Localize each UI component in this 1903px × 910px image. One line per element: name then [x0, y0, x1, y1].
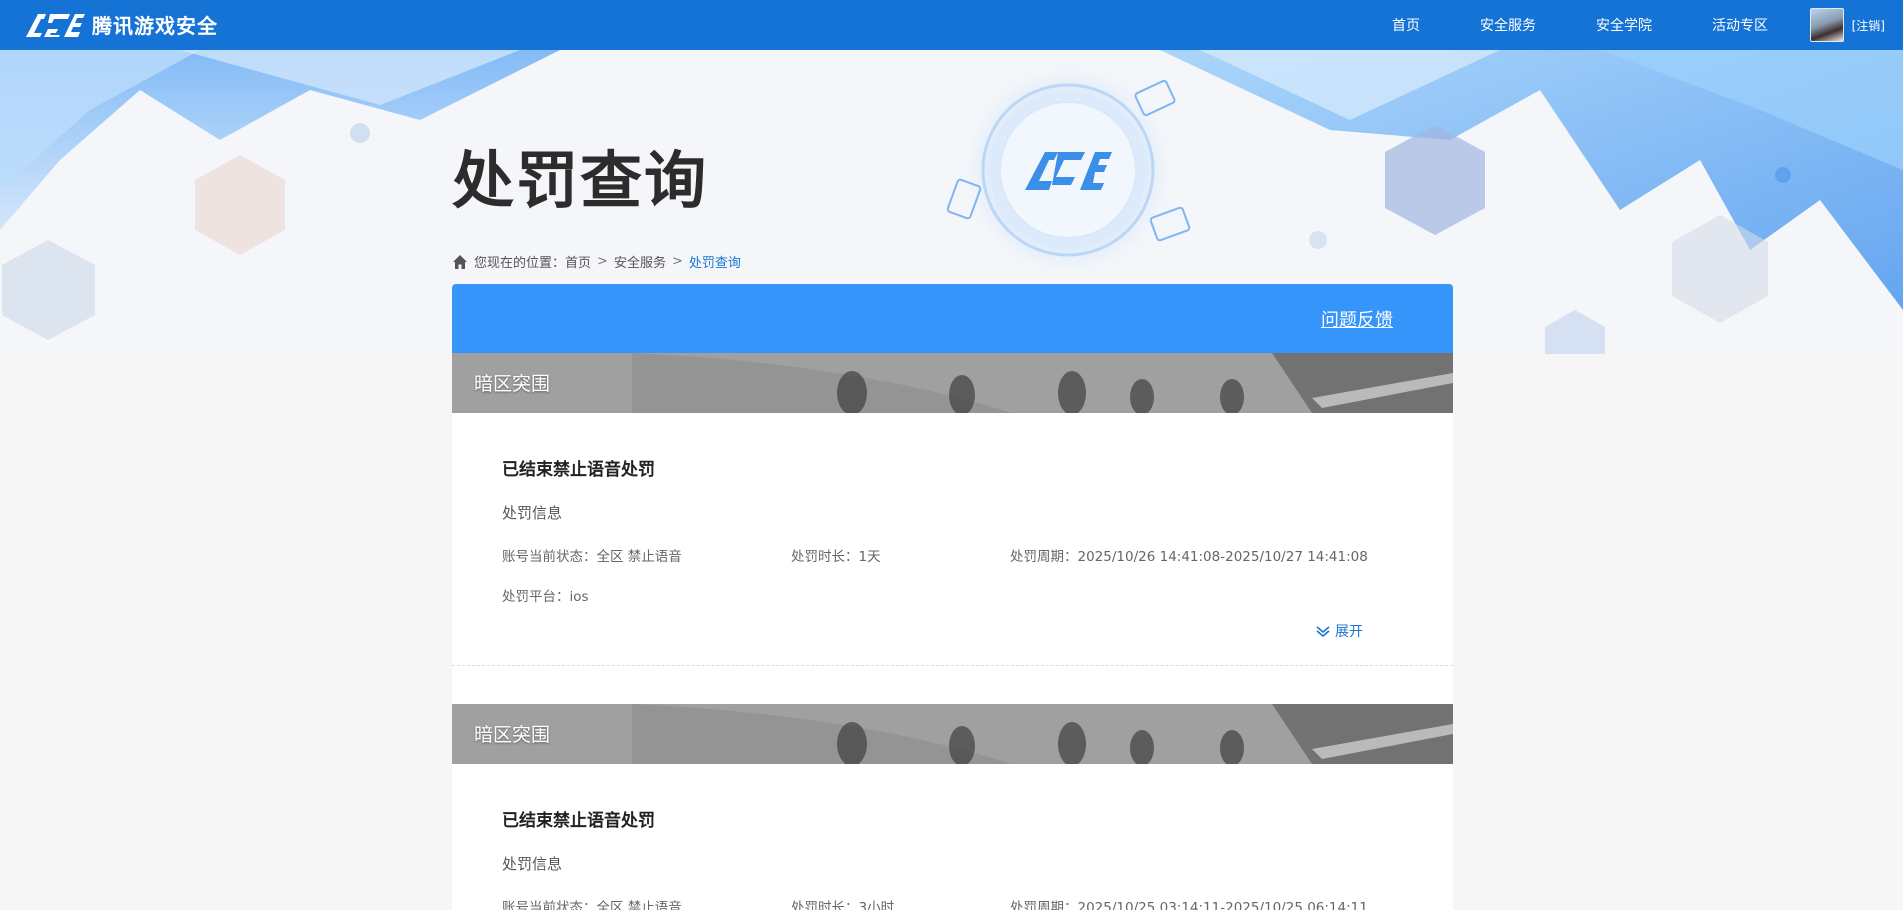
game-banner: 暗区突围: [452, 353, 1453, 413]
nav-security-services[interactable]: 安全服务: [1480, 15, 1536, 35]
penalty-period: 处罚周期：2025/10/26 14:41:08-2025/10/27 14:4…: [1010, 549, 1368, 565]
penalty-record: 已结束禁止语音处罚 处罚信息 账号当前状态：全区 禁止语音 处罚时长：3小时 处…: [452, 764, 1453, 910]
breadcrumb-home[interactable]: 首页: [565, 252, 591, 271]
record-title: 已结束禁止语音处罚: [502, 811, 655, 831]
game-banner-illustration: [452, 353, 1453, 413]
nav-security-academy[interactable]: 安全学院: [1596, 15, 1652, 35]
game-banner-illustration: [452, 704, 1453, 764]
breadcrumb-separator: >: [597, 254, 608, 269]
page-title: 处罚查询: [452, 144, 709, 217]
user-area: [注销]: [1809, 8, 1885, 42]
record-info-row: 账号当前状态：全区 禁止语音 处罚时长：1天 处罚周期：2025/10/26 1…: [502, 545, 1403, 565]
logout-link[interactable]: [注销]: [1852, 17, 1885, 34]
panel-header: 问题反馈: [452, 284, 1453, 353]
ace-logo-icon: [26, 13, 85, 37]
account-status: 账号当前状态：全区 禁止语音: [502, 900, 682, 910]
double-chevron-down-icon: [1316, 626, 1330, 638]
brand[interactable]: 腾讯游戏安全: [24, 10, 218, 39]
penalty-panel: 问题反馈 暗区突围 已结束禁止语音处罚 处罚信息 账号当前状态：全区 禁止语音 …: [452, 284, 1453, 910]
nav-events[interactable]: 活动专区: [1712, 15, 1768, 35]
penalty-period: 处罚周期：2025/10/25 03:14:11-2025/10/25 06:1…: [1010, 900, 1368, 910]
record-info-row: 账号当前状态：全区 禁止语音 处罚时长：3小时 处罚周期：2025/10/25 …: [502, 896, 1403, 910]
avatar[interactable]: [1809, 8, 1844, 42]
game-name: 暗区突围: [474, 373, 551, 395]
account-status: 账号当前状态：全区 禁止语音: [502, 549, 682, 565]
home-icon: [453, 254, 467, 269]
record-section-label: 处罚信息: [502, 504, 563, 522]
breadcrumb-prefix: 您现在的位置：: [474, 256, 566, 271]
record-title: 已结束禁止语音处罚: [502, 460, 655, 480]
penalty-duration: 处罚时长：1天: [791, 549, 881, 565]
penalty-platform: 处罚平台：ios: [502, 589, 589, 605]
expand-label: 展开: [1335, 624, 1363, 640]
top-navigation-bar: 腾讯游戏安全 首页 安全服务 安全学院 活动专区 [注销]: [0, 0, 1903, 50]
nav-home[interactable]: 首页: [1392, 15, 1420, 35]
breadcrumb: 您现在的位置： 首页 > 安全服务 > 处罚查询: [452, 252, 741, 271]
feedback-link[interactable]: 问题反馈: [1321, 306, 1393, 332]
breadcrumb-security-services[interactable]: 安全服务: [614, 252, 666, 271]
brand-text: 腾讯游戏安全: [92, 14, 218, 38]
game-name: 暗区突围: [474, 724, 551, 746]
expand-button[interactable]: 展开: [1315, 621, 1363, 641]
breadcrumb-separator: >: [671, 254, 683, 269]
game-banner: 暗区突围: [452, 704, 1453, 764]
breadcrumb-current[interactable]: 处罚查询: [689, 252, 741, 271]
record-section-label: 处罚信息: [502, 855, 563, 873]
main-nav: 首页 安全服务 安全学院 活动专区: [1332, 0, 1768, 50]
penalty-record: 已结束禁止语音处罚 处罚信息 账号当前状态：全区 禁止语音 处罚时长：1天 处罚…: [452, 413, 1453, 665]
penalty-duration: 处罚时长：3小时: [791, 900, 895, 910]
